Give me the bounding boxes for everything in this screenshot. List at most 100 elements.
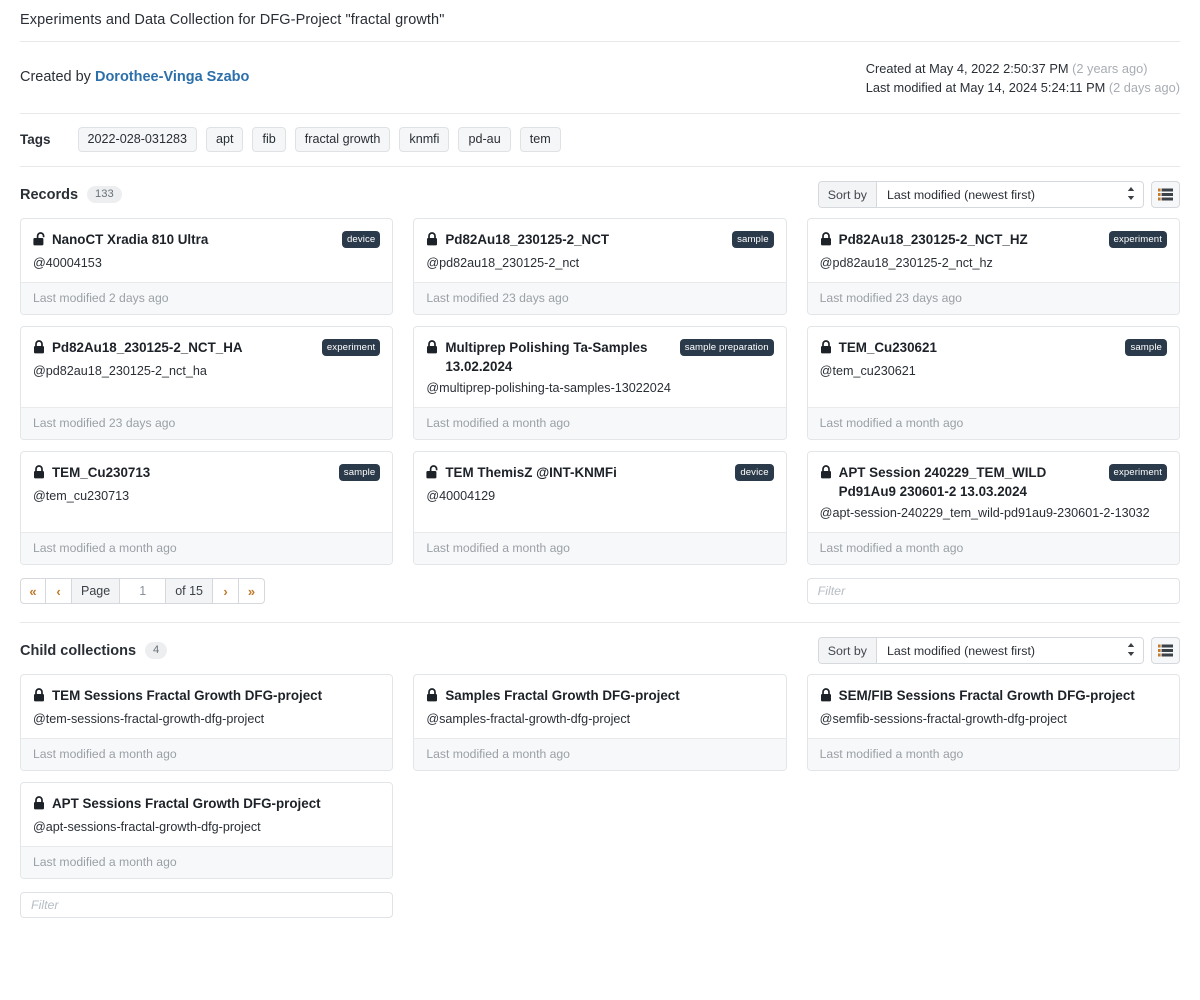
collection-card[interactable]: Samples Fractal Growth DFG-project @sampl… (413, 674, 787, 771)
records-sort-label: Sort by (818, 182, 877, 207)
records-filter-input[interactable]: Filter (806, 578, 1180, 604)
records-sort-control[interactable]: Sort by Last modified (newest first) (817, 181, 1144, 208)
card-header: TEM Sessions Fractal Growth DFG-project (33, 686, 380, 707)
child-collections-list-view-button[interactable] (1151, 637, 1180, 664)
card-title-text: Pd82Au18_230125-2_NCT_HZ (838, 232, 1028, 247)
card-last-modified: Last modified 23 days ago (807, 282, 1179, 314)
tag-item[interactable]: 2022-028-031283 (77, 127, 197, 152)
collection-card[interactable]: APT Sessions Fractal Growth DFG-project @… (20, 782, 394, 879)
card-identifier: @tem-sessions-fractal-growth-dfg-project (33, 712, 265, 726)
card-header: APT Sessions Fractal Growth DFG-project (33, 794, 380, 815)
child-collections-filter-input[interactable]: Filter (20, 892, 394, 918)
child-collections-title-group: Child collections 4 (20, 642, 168, 659)
unlock-icon (33, 232, 45, 246)
card-identifier: @samples-fractal-growth-dfg-project (426, 712, 631, 726)
record-card[interactable]: TEM ThemisZ @INT-KNMFi device @40004129 Las… (413, 451, 787, 565)
pagination-first-button[interactable]: « (20, 578, 46, 604)
tag-item[interactable]: fib (252, 127, 286, 152)
lock-icon (820, 688, 832, 707)
card-last-modified: Last modified a month ago (21, 846, 393, 878)
records-section-header: Records 133 Sort by Last modified (newes… (20, 167, 1180, 218)
card-body: Pd82Au18_230125-2_NCT_HA experiment @pd82a… (21, 327, 392, 407)
card-title-text: TEM ThemisZ @INT-KNMFi (445, 465, 617, 480)
pagination-page-input[interactable]: 1 (120, 578, 167, 604)
pagination-last-button[interactable]: » (239, 578, 266, 604)
records-title-group: Records 133 (20, 186, 122, 203)
card-identifier: @semfib-sessions-fractal-growth-dfg-proj… (819, 712, 1067, 726)
card-body: TEM_Cu230621 sample @tem_cu230621 (808, 327, 1179, 407)
card-title-text: Pd82Au18_230125-2_NCT_HA (52, 340, 243, 355)
card-type-badge: experiment (1108, 464, 1167, 481)
collection-card[interactable]: TEM Sessions Fractal Growth DFG-project @… (20, 674, 394, 771)
card-type-badge: device (735, 464, 774, 481)
card-identifier: @apt-session-240229_tem_wild-pd91au9-230… (819, 506, 1150, 520)
card-title[interactable]: Pd82Au18_230125-2_NCT (426, 230, 609, 251)
created-at: Created at May 4, 2022 2:50:37 PM (865, 61, 1069, 76)
pagination-prev-button[interactable]: ‹ (46, 578, 72, 604)
child-collections-sort-control[interactable]: Sort by Last modified (newest first) (817, 637, 1144, 664)
card-header: Multiprep Polishing Ta-Samples 13.02.202… (426, 338, 774, 376)
card-title[interactable]: APT Sessions Fractal Growth DFG-project (33, 794, 321, 815)
record-card[interactable]: Pd82Au18_230125-2_NCT sample @pd82au18_230… (413, 218, 787, 315)
list-icon (1158, 644, 1173, 657)
card-title[interactable]: Samples Fractal Growth DFG-project (426, 686, 680, 707)
record-card[interactable]: TEM_Cu230713 sample @tem_cu230713 Last modi… (20, 451, 394, 565)
records-list-view-button[interactable] (1151, 181, 1180, 208)
tag-item[interactable]: knmfi (399, 127, 450, 152)
card-title[interactable]: TEM ThemisZ @INT-KNMFi (426, 463, 617, 484)
card-last-modified: Last modified 23 days ago (21, 407, 393, 439)
record-card[interactable]: TEM_Cu230621 sample @tem_cu230621 Last modi… (806, 326, 1180, 440)
page-title: Experiments and Data Collection for DFG-… (20, 12, 445, 28)
child-collections-count-badge: 4 (145, 642, 168, 659)
card-body: Samples Fractal Growth DFG-project @sampl… (414, 675, 785, 738)
record-card[interactable]: APT Session 240229_TEM_WILD Pd91Au9 2306… (806, 451, 1180, 565)
card-title[interactable]: Pd82Au18_230125-2_NCT_HZ (820, 230, 1028, 251)
page-title-row: Experiments and Data Collection for DFG-… (20, 0, 1180, 41)
lock-icon (820, 465, 832, 484)
record-card[interactable]: Pd82Au18_230125-2_NCT_HA experiment @pd82a… (20, 326, 394, 440)
pagination-page-label: Page (72, 578, 121, 604)
card-last-modified: Last modified a month ago (807, 407, 1179, 439)
unlock-icon (426, 465, 438, 479)
list-icon (1158, 188, 1173, 201)
tag-item[interactable]: apt (205, 127, 244, 152)
card-header: TEM ThemisZ @INT-KNMFi device (426, 463, 774, 484)
lock-icon (820, 688, 831, 702)
card-last-modified: Last modified a month ago (414, 407, 786, 439)
collection-card[interactable]: SEM/FIB Sessions Fractal Growth DFG-proj… (806, 674, 1180, 771)
card-title-text: TEM Sessions Fractal Growth DFG-project (52, 688, 323, 703)
lock-icon (426, 340, 438, 359)
pagination-next-button[interactable]: › (213, 578, 240, 604)
card-title[interactable]: TEM_Cu230621 (820, 338, 937, 359)
card-title[interactable]: Multiprep Polishing Ta-Samples 13.02.202… (426, 338, 671, 376)
lock-icon (34, 340, 44, 354)
child-collections-sort-select[interactable]: Last modified (newest first) (877, 638, 1143, 663)
card-body: Multiprep Polishing Ta-Samples 13.02.202… (414, 327, 785, 407)
card-title[interactable]: Pd82Au18_230125-2_NCT_HA (33, 338, 243, 359)
pagination: « ‹ Page 1 of 15 › » (20, 578, 393, 604)
record-card[interactable]: NanoCT Xradia 810 Ultra device @40004153 La… (20, 218, 394, 315)
card-title-text: APT Sessions Fractal Growth DFG-project (52, 796, 321, 811)
lock-icon (820, 340, 831, 354)
card-header: TEM_Cu230621 sample (820, 338, 1167, 359)
author-link[interactable]: Dorothee-Vinga Szabo (95, 69, 249, 85)
tag-item[interactable]: tem (519, 127, 561, 152)
lock-icon (820, 232, 831, 246)
card-body: Pd82Au18_230125-2_NCT sample @pd82au18_230… (414, 219, 785, 282)
card-title[interactable]: TEM Sessions Fractal Growth DFG-project (33, 686, 322, 707)
record-card[interactable]: Pd82Au18_230125-2_NCT_HZ experiment @pd82a… (806, 218, 1180, 315)
card-title[interactable]: TEM_Cu230713 (33, 463, 150, 484)
tag-item[interactable]: fractal growth (294, 127, 391, 152)
card-title[interactable]: SEM/FIB Sessions Fractal Growth DFG-proj… (820, 686, 1135, 707)
card-body: SEM/FIB Sessions Fractal Growth DFG-proj… (808, 675, 1179, 738)
record-card[interactable]: Multiprep Polishing Ta-Samples 13.02.202… (413, 326, 787, 440)
card-body: NanoCT Xradia 810 Ultra device @40004153 (21, 219, 392, 282)
unlock-icon (426, 465, 438, 484)
card-title[interactable]: APT Session 240229_TEM_WILD Pd91Au9 2306… (820, 463, 1101, 501)
card-identifier: @tem_cu230621 (819, 364, 916, 378)
records-sort-select[interactable]: Last modified (newest first) (877, 182, 1143, 207)
card-title[interactable]: NanoCT Xradia 810 Ultra (33, 230, 208, 251)
card-last-modified: Last modified a month ago (21, 738, 393, 770)
tag-item[interactable]: pd-au (458, 127, 511, 152)
card-identifier: @pd82au18_230125-2_nct_hz (819, 256, 993, 270)
